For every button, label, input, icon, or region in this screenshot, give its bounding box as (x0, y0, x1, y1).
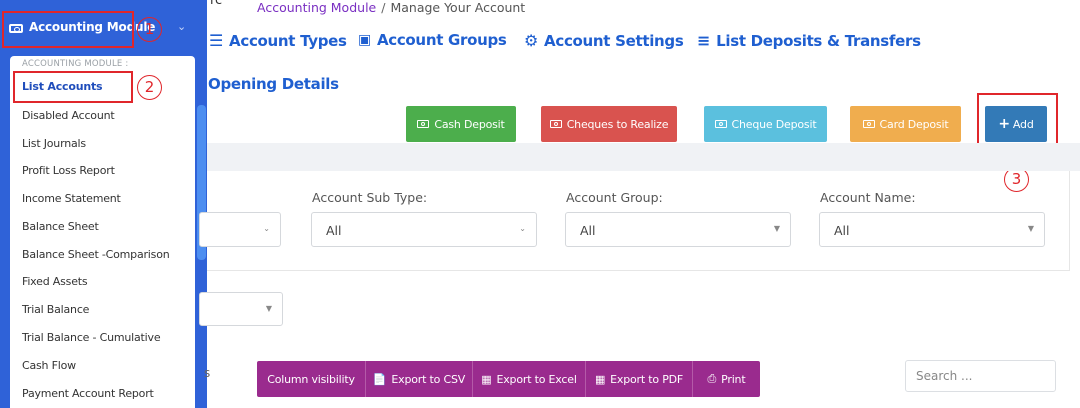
tab-account-types[interactable]: ☰ Account Types (209, 31, 347, 50)
sidebar: Accounting Module ⌄ ACCOUNTING MODULE : … (0, 0, 207, 408)
section-title: Opening Details (208, 75, 339, 93)
caret-down-icon: ▼ (1027, 224, 1034, 233)
menu-item-trial-balance-cumulative[interactable]: Trial Balance - Cumulative (22, 331, 161, 344)
breadcrumb-separator: / (381, 0, 386, 15)
menu-item-list-journals[interactable]: List Journals (22, 137, 86, 150)
export-csv-label: Export to CSV (391, 372, 466, 386)
page-length-select[interactable]: ▼ (199, 292, 283, 326)
search-input[interactable] (906, 361, 1055, 391)
menu-item-profit-loss-report[interactable]: Profit Loss Report (22, 164, 115, 177)
menu-item-fixed-assets[interactable]: Fixed Assets (22, 275, 88, 288)
chevron-down-icon: ⌄ (263, 224, 270, 233)
menu-item-disabled-account[interactable]: Disabled Account (22, 109, 115, 122)
file-icon: 📄 (372, 372, 387, 386)
account-name-value: All (834, 223, 850, 238)
chevron-down-icon: ⌄ (519, 224, 526, 233)
tab-account-types-label: Account Types (229, 31, 347, 50)
account-group-value: All (580, 223, 596, 238)
tab-account-groups[interactable]: ▣ Account Groups (358, 31, 507, 49)
money-icon (417, 120, 430, 128)
file-excel-icon: ▦ (481, 372, 492, 386)
cheques-to-realize-button[interactable]: Cheques to Realize (541, 106, 677, 142)
clipped-label-fragment: s (204, 366, 211, 380)
export-pdf-label: Export to PDF (610, 372, 684, 386)
export-excel-button[interactable]: ▦ Export to Excel (473, 361, 586, 397)
breadcrumb: Accounting Module / Manage Your Account (257, 0, 525, 15)
gears-icon: ⚙ (524, 31, 539, 50)
breadcrumb-link-accounting-module[interactable]: Accounting Module (257, 0, 376, 15)
id-card-icon (549, 120, 562, 128)
tab-list-deposits-transfers-label: List Deposits & Transfers (716, 31, 921, 50)
annotation-number-2: 2 (137, 75, 162, 100)
print-button[interactable]: ⎙ Print (693, 361, 760, 397)
print-icon: ⎙ (707, 372, 717, 385)
menu-item-balance-sheet[interactable]: Balance Sheet (22, 220, 99, 233)
menu-item-balance-sheet-comparison[interactable]: Balance Sheet -Comparison (22, 248, 170, 261)
clipped-title-fragment: rc (210, 0, 223, 8)
list-ul-icon: ≡ (697, 31, 711, 50)
annotation-box-list-accounts (13, 71, 133, 103)
id-card-icon (714, 120, 727, 128)
accounting-dropdown-menu: ACCOUNTING MODULE : List Accounts Disabl… (10, 56, 195, 408)
account-name-label: Account Name: (820, 190, 916, 205)
account-group-label: Account Group: (566, 190, 663, 205)
tab-account-settings-label: Account Settings (544, 31, 684, 50)
cash-deposit-button[interactable]: Cash Deposit (406, 106, 516, 142)
card-deposit-button[interactable]: Card Deposit (850, 106, 961, 142)
print-label: Print (721, 372, 746, 386)
annotation-number-1: 1 (137, 17, 162, 42)
search-box (905, 360, 1056, 392)
tab-list-deposits-transfers[interactable]: ≡ List Deposits & Transfers (697, 31, 921, 50)
tab-account-settings[interactable]: ⚙ Account Settings (524, 31, 684, 50)
add-button[interactable]: + Add (985, 106, 1047, 142)
export-excel-label: Export to Excel (496, 372, 577, 386)
annotation-box-accounting-module (2, 11, 134, 48)
column-visibility-button[interactable]: Column visibility (257, 361, 366, 397)
breadcrumb-current: Manage Your Account (390, 0, 526, 15)
money-icon (862, 120, 875, 128)
export-pdf-button[interactable]: ▦ Export to PDF (586, 361, 693, 397)
account-group-select[interactable]: All ▼ (565, 212, 791, 247)
cheques-to-realize-label: Cheques to Realize (566, 117, 669, 131)
cheque-deposit-button[interactable]: Cheque Deposit (704, 106, 827, 142)
account-sub-type-select[interactable]: All ⌄ (311, 212, 537, 247)
column-visibility-label: Column visibility (267, 372, 355, 386)
menu-item-cash-flow[interactable]: Cash Flow (22, 359, 76, 372)
filter-header-band (207, 143, 1080, 171)
menu-item-trial-balance[interactable]: Trial Balance (22, 303, 89, 316)
list-icon: ☰ (209, 31, 224, 50)
menu-item-income-statement[interactable]: Income Statement (22, 192, 121, 205)
group-icon: ▣ (358, 32, 371, 48)
card-deposit-label: Card Deposit (879, 117, 949, 131)
account-sub-type-value: All (326, 223, 342, 238)
menu-item-payment-account-report[interactable]: Payment Account Report (22, 387, 154, 400)
tab-account-groups-label: Account Groups (376, 31, 507, 49)
account-name-select[interactable]: All ▼ (819, 212, 1045, 247)
plus-icon: + (998, 116, 1010, 132)
add-label: Add (1012, 117, 1034, 131)
file-pdf-icon: ▦ (594, 372, 606, 386)
caret-down-icon: ▼ (265, 304, 272, 313)
cheque-deposit-label: Cheque Deposit (731, 117, 817, 131)
export-csv-button[interactable]: 📄 Export to CSV (366, 361, 473, 397)
chevron-down-icon[interactable]: ⌄ (177, 20, 186, 33)
dropdown-title: ACCOUNTING MODULE : (22, 59, 129, 69)
account-sub-type-label: Account Sub Type: (312, 190, 428, 205)
account-type-select-clipped[interactable]: ⌄ (199, 212, 281, 247)
cash-deposit-label: Cash Deposit (434, 117, 505, 131)
caret-down-icon: ▼ (773, 224, 780, 233)
